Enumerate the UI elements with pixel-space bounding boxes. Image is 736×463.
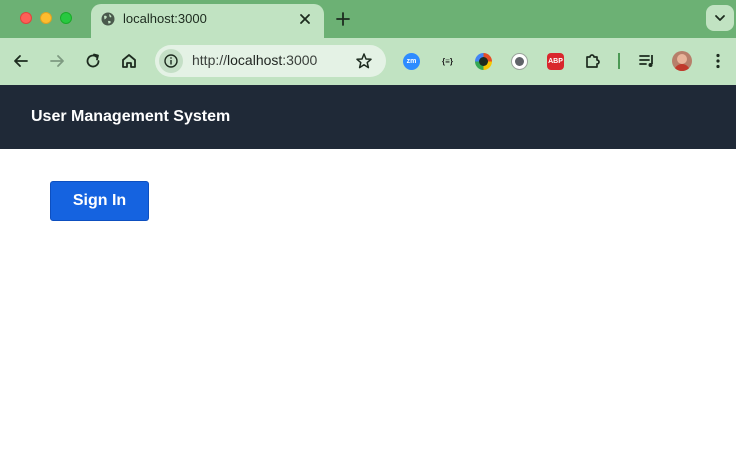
app-header: User Management System bbox=[0, 85, 736, 149]
chevron-down-icon bbox=[715, 15, 725, 21]
address-bar[interactable]: http://localhost:3000 bbox=[155, 45, 386, 77]
zoom-extension-label: zm bbox=[406, 58, 417, 65]
json-extension-label: {≡} bbox=[442, 57, 453, 66]
tab-title: localhost:3000 bbox=[123, 11, 207, 26]
url-port: :3000 bbox=[282, 52, 318, 68]
forward-arrow-icon[interactable] bbox=[47, 51, 67, 71]
globe-icon bbox=[101, 12, 115, 26]
new-tab-icon[interactable] bbox=[333, 9, 353, 29]
more-vert-icon[interactable] bbox=[708, 51, 728, 71]
tab-search-button[interactable] bbox=[706, 5, 734, 31]
adblock-plus-extension-icon[interactable]: ABP bbox=[547, 53, 564, 70]
maximize-window-button[interactable] bbox=[60, 12, 72, 24]
home-icon[interactable] bbox=[119, 51, 139, 71]
toolbar-divider bbox=[618, 53, 620, 69]
back-arrow-icon[interactable] bbox=[11, 51, 31, 71]
extensions-puzzle-icon[interactable] bbox=[583, 51, 603, 71]
bookmark-extension-icon[interactable] bbox=[511, 53, 528, 70]
browser-tab-strip: localhost:3000 bbox=[0, 0, 736, 38]
reload-icon[interactable] bbox=[83, 51, 103, 71]
media-control-icon[interactable] bbox=[637, 51, 657, 71]
color-picker-extension-icon[interactable] bbox=[475, 53, 492, 70]
url-scheme: http:// bbox=[192, 52, 228, 68]
url-host: localhost bbox=[227, 52, 283, 68]
info-icon bbox=[164, 54, 178, 68]
url-text[interactable]: http://localhost:3000 bbox=[192, 52, 317, 68]
minimize-window-button[interactable] bbox=[40, 12, 52, 24]
profile-avatar[interactable] bbox=[672, 51, 692, 71]
bookmark-star-icon[interactable] bbox=[355, 52, 373, 70]
close-window-button[interactable] bbox=[20, 12, 32, 24]
json-extension-icon[interactable]: {≡} bbox=[439, 53, 456, 70]
app-title: User Management System bbox=[31, 108, 231, 125]
zoom-extension-icon[interactable]: zm bbox=[403, 53, 420, 70]
sign-in-button[interactable]: Sign In bbox=[50, 181, 149, 221]
close-tab-icon[interactable] bbox=[298, 12, 312, 26]
adblock-plus-extension-label: ABP bbox=[548, 58, 563, 65]
browser-tab[interactable]: localhost:3000 bbox=[91, 4, 324, 38]
site-info-button[interactable] bbox=[159, 49, 183, 73]
browser-toolbar: http://localhost:3000 zm {≡} ABP bbox=[0, 38, 736, 85]
